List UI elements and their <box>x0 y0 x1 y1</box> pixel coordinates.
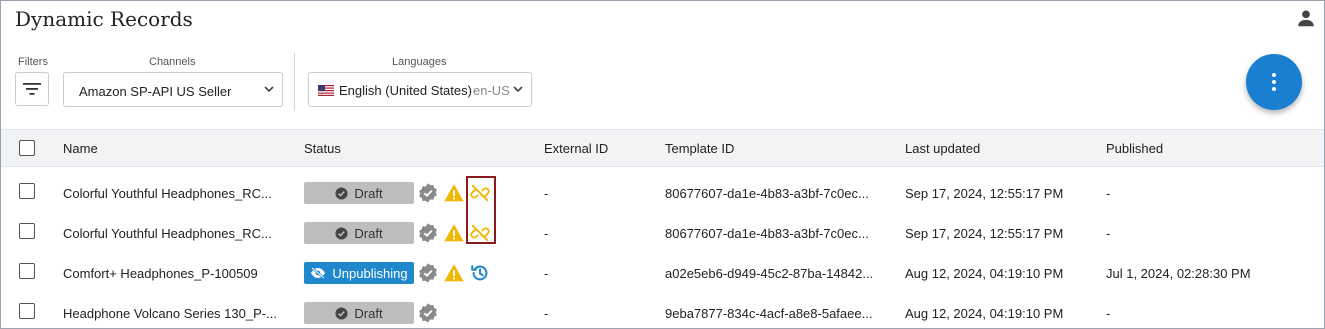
filters-label: Filters <box>18 56 48 68</box>
check-circle-icon <box>335 226 348 240</box>
languages-select[interactable]: English (United States) en-US <box>308 72 532 107</box>
channels-label: Channels <box>149 56 196 68</box>
verified-icon[interactable] <box>417 262 439 284</box>
column-header-status[interactable]: Status <box>304 141 341 156</box>
table-row[interactable]: Colorful Youthful Headphones_RC... Draft… <box>1 178 1324 218</box>
row-published: - <box>1106 226 1111 241</box>
row-name[interactable]: Colorful Youthful Headphones_RC... <box>63 226 272 241</box>
row-checkbox[interactable] <box>19 223 35 239</box>
row-last-updated: Sep 17, 2024, 12:55:17 PM <box>905 186 1064 201</box>
verified-icon[interactable] <box>417 222 439 244</box>
chevron-down-icon <box>264 86 274 93</box>
column-header-published[interactable]: Published <box>1106 141 1163 156</box>
warning-icon[interactable] <box>443 182 465 204</box>
row-name[interactable]: Colorful Youthful Headphones_RC... <box>63 186 272 201</box>
column-header-name[interactable]: Name <box>63 141 98 156</box>
table-header: Name Status External ID Template ID Last… <box>1 129 1324 167</box>
status-label: Draft <box>354 305 383 321</box>
channels-select[interactable]: Amazon SP-API US Seller <box>63 72 283 107</box>
row-last-updated: Sep 17, 2024, 12:55:17 PM <box>905 226 1064 241</box>
filter-icon <box>23 83 41 95</box>
us-flag-icon <box>318 85 334 96</box>
status-label: Draft <box>354 185 383 201</box>
table-row[interactable]: Headphone Volcano Series 130_P-... Draft… <box>1 298 1324 328</box>
status-label: Draft <box>354 225 383 241</box>
more-actions-button[interactable] <box>1246 54 1302 110</box>
row-name[interactable]: Headphone Volcano Series 130_P-... <box>63 306 277 321</box>
language-code: en-US <box>473 83 510 98</box>
channels-select-value: Amazon SP-API US Seller <box>79 84 232 99</box>
row-last-updated: Aug 12, 2024, 04:19:10 PM <box>905 266 1064 281</box>
status-badge: Unpublishing <box>304 262 414 284</box>
row-template-id: 80677607-da1e-4b83-a3bf-7c0ec... <box>665 186 869 201</box>
row-checkbox[interactable] <box>19 303 35 319</box>
row-external-id: - <box>544 226 549 241</box>
eye-slash-icon <box>311 267 326 279</box>
row-published: - <box>1106 186 1111 201</box>
row-checkbox[interactable] <box>19 263 35 279</box>
table-row[interactable]: Comfort+ Headphones_P-100509 Unpublishin… <box>1 258 1324 298</box>
dynamic-records-window: Dynamic Records Filters Channels Amazon … <box>0 0 1325 329</box>
user-icon[interactable] <box>1295 7 1317 29</box>
status-label: Unpublishing <box>332 265 408 281</box>
status-badge: Draft <box>304 302 414 324</box>
row-template-id: a02e5eb6-d949-45c2-87ba-14842... <box>665 266 874 281</box>
page-title: Dynamic Records <box>15 7 193 31</box>
row-external-id: - <box>544 306 549 321</box>
column-header-last-updated[interactable]: Last updated <box>905 141 980 156</box>
row-external-id: - <box>544 186 549 201</box>
row-external-id: - <box>544 266 549 281</box>
check-circle-icon <box>335 306 348 320</box>
unlink-icons-highlight <box>466 176 496 244</box>
warning-icon[interactable] <box>443 262 465 284</box>
verified-icon[interactable] <box>417 182 439 204</box>
check-circle-icon <box>335 186 348 200</box>
table-row[interactable]: Colorful Youthful Headphones_RC... Draft… <box>1 218 1324 258</box>
verified-icon[interactable] <box>417 302 439 324</box>
more-vertical-icon <box>1272 73 1276 91</box>
row-published: - <box>1106 306 1111 321</box>
filter-divider <box>294 53 295 111</box>
row-name[interactable]: Comfort+ Headphones_P-100509 <box>63 266 258 281</box>
history-icon[interactable] <box>469 262 491 284</box>
row-template-id: 80677607-da1e-4b83-a3bf-7c0ec... <box>665 226 869 241</box>
status-badge: Draft <box>304 182 414 204</box>
row-template-id: 9eba7877-834c-4acf-a8e8-5afaee... <box>665 306 873 321</box>
filter-button[interactable] <box>15 72 49 106</box>
row-last-updated: Aug 12, 2024, 04:19:10 PM <box>905 306 1064 321</box>
select-all-checkbox[interactable] <box>19 140 35 156</box>
chevron-down-icon <box>513 86 523 93</box>
column-header-template-id[interactable]: Template ID <box>665 141 734 156</box>
warning-icon[interactable] <box>443 222 465 244</box>
language-select-value: English (United States) <box>339 83 472 98</box>
languages-label: Languages <box>392 56 447 68</box>
row-checkbox[interactable] <box>19 183 35 199</box>
column-header-external-id[interactable]: External ID <box>544 141 608 156</box>
row-published: Jul 1, 2024, 02:28:30 PM <box>1106 266 1251 281</box>
status-badge: Draft <box>304 222 414 244</box>
